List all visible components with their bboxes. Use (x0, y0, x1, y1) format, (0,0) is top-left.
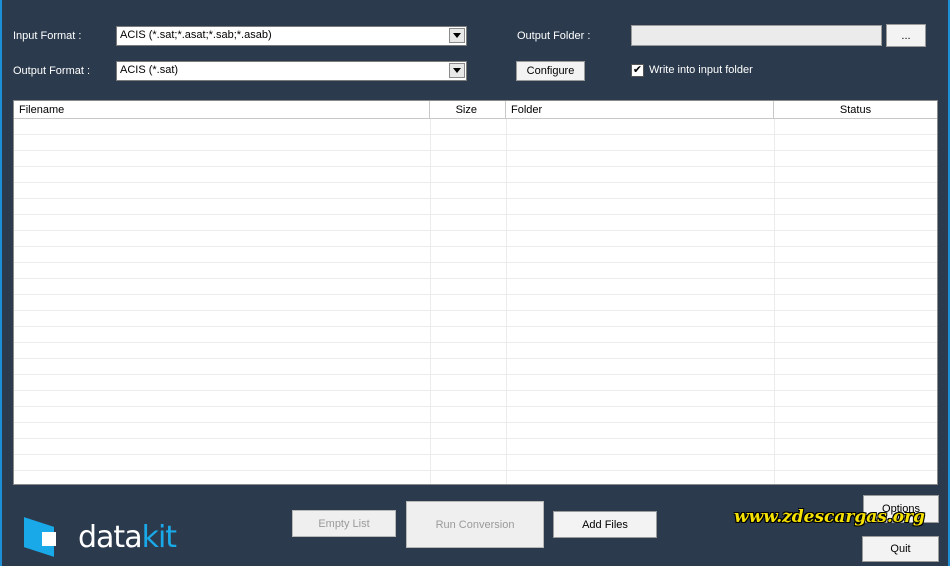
watermark-text: www.zdescargas.org (734, 507, 925, 527)
configure-button[interactable]: Configure (516, 61, 585, 81)
window-border-left (0, 0, 2, 566)
logo-text-kit: kit (141, 519, 177, 555)
chevron-down-icon[interactable] (449, 28, 465, 43)
checkmark-icon: ✔ (632, 64, 643, 76)
run-conversion-button[interactable]: Run Conversion (406, 501, 544, 548)
datakit-logo-icon (24, 517, 66, 557)
output-format-label: Output Format : (13, 65, 91, 77)
logo-text: datakit (78, 519, 177, 555)
column-header-folder[interactable]: Folder (506, 101, 774, 118)
input-format-select[interactable]: ACIS (*.sat;*.asat;*.sab;*.asab) (116, 26, 467, 46)
browse-folder-button[interactable]: ... (886, 24, 926, 47)
quit-button[interactable]: Quit (862, 536, 939, 562)
file-list-table[interactable]: Filename Size Folder Status (13, 100, 938, 485)
column-header-status[interactable]: Status (774, 101, 937, 118)
empty-list-button[interactable]: Empty List (292, 510, 396, 537)
column-header-size[interactable]: Size (430, 101, 506, 118)
column-header-filename[interactable]: Filename (14, 101, 430, 118)
output-folder-input[interactable] (631, 25, 882, 46)
table-body[interactable] (14, 119, 937, 484)
input-format-label: Input Format : (13, 30, 82, 42)
table-header: Filename Size Folder Status (14, 101, 937, 119)
write-into-input-label: Write into input folder (649, 64, 753, 76)
logo-text-data: data (78, 519, 143, 555)
output-format-select[interactable]: ACIS (*.sat) (116, 61, 467, 81)
datakit-logo: datakit (24, 517, 177, 557)
input-format-value: ACIS (*.sat;*.asat;*.sab;*.asab) (120, 29, 272, 41)
output-format-value: ACIS (*.sat) (120, 64, 179, 76)
output-folder-label: Output Folder : (517, 30, 591, 42)
add-files-button[interactable]: Add Files (553, 511, 657, 538)
chevron-down-icon[interactable] (449, 63, 465, 78)
write-into-input-checkbox[interactable]: ✔ (631, 64, 644, 77)
